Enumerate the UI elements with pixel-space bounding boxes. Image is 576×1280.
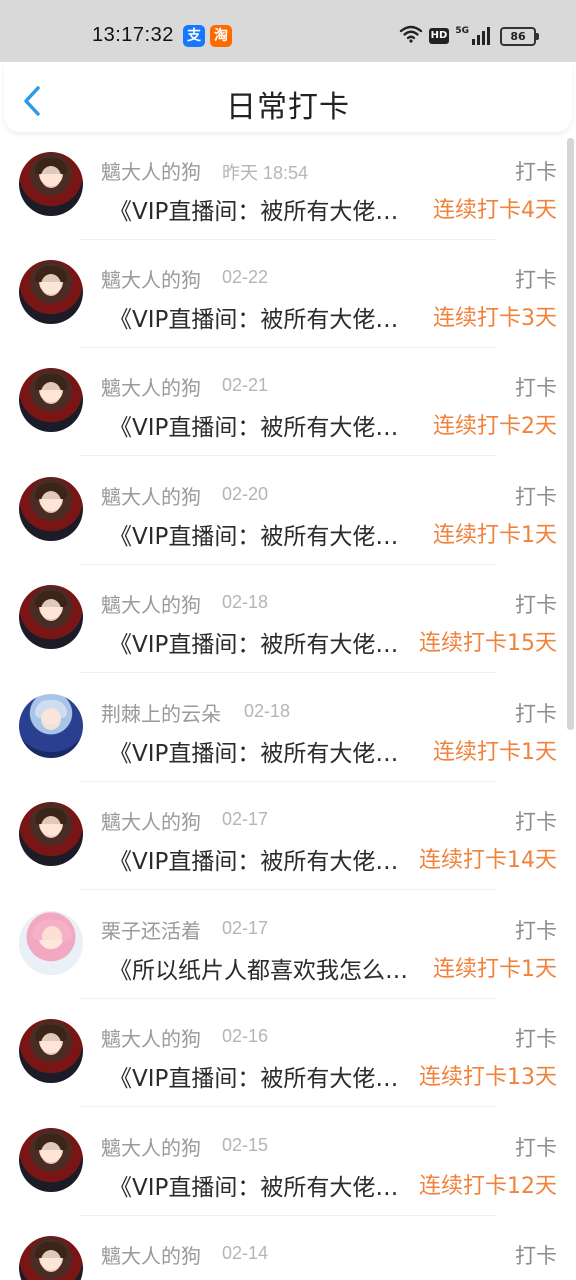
username[interactable]: 魑大人的狗 [101, 589, 201, 618]
list-item[interactable]: 魑大人的狗 02-18 打卡 《VIP直播间：被所有大佬… 连续打卡15天 [0, 565, 576, 673]
list-item[interactable]: 魑大人的狗 02-17 打卡 《VIP直播间：被所有大佬… 连续打卡14天 [0, 782, 576, 890]
divider [80, 455, 496, 456]
streak-label: 连续打卡3天 [433, 306, 557, 331]
type-label: 打卡 [515, 593, 557, 617]
status-time: 13:17:32 [92, 24, 174, 46]
avatar[interactable] [19, 152, 83, 216]
timestamp: 02-18 [222, 592, 269, 612]
list-item[interactable]: 魑大人的狗 昨天 18:54 打卡 《VIP直播间：被所有大佬… 连续打卡4天 [0, 132, 576, 240]
streak-label: 连续打卡15天 [419, 631, 557, 656]
list-item[interactable]: 魑大人的狗 02-20 打卡 《VIP直播间：被所有大佬… 连续打卡1天 [0, 457, 576, 565]
list-item[interactable]: 魑大人的狗 02-14 打卡 [0, 1216, 576, 1280]
hd-badge: HD [428, 28, 450, 44]
username[interactable]: 荆棘上的云朵 [101, 698, 221, 727]
avatar[interactable] [19, 911, 83, 975]
avatar[interactable] [19, 1019, 83, 1083]
type-label: 打卡 [515, 160, 557, 184]
timestamp: 02-15 [222, 1135, 269, 1155]
username[interactable]: 魑大人的狗 [101, 806, 201, 835]
network-type-label: 5G [455, 26, 469, 36]
avatar[interactable] [19, 694, 83, 758]
username[interactable]: 魑大人的狗 [101, 264, 201, 293]
status-indicators: HD 5G 86 [399, 22, 539, 50]
type-label: 打卡 [515, 268, 557, 292]
page-title: 日常打卡 [226, 90, 350, 125]
book-title[interactable]: 《VIP直播间：被所有大佬… [109, 842, 424, 876]
streak-label: 连续打卡2天 [433, 414, 557, 439]
book-title[interactable]: 《VIP直播间：被所有大佬… [109, 408, 424, 442]
book-title[interactable]: 《所以纸片人都喜欢我怎么… [109, 951, 424, 985]
divider [80, 889, 496, 890]
timestamp: 02-14 [222, 1243, 269, 1263]
avatar[interactable] [19, 802, 83, 866]
timestamp: 02-21 [222, 375, 269, 395]
type-label: 打卡 [515, 485, 557, 509]
taobao-icon: 淘 [210, 25, 232, 47]
timestamp: 02-20 [222, 484, 269, 504]
type-label: 打卡 [515, 810, 557, 834]
divider [80, 1106, 496, 1107]
alipay-icon: 支 [183, 25, 205, 47]
username[interactable]: 魑大人的狗 [101, 156, 201, 185]
list-item[interactable]: 魑大人的狗 02-22 打卡 《VIP直播间：被所有大佬… 连续打卡3天 [0, 240, 576, 348]
type-label: 打卡 [515, 1244, 557, 1268]
streak-label: 连续打卡13天 [419, 1065, 557, 1090]
type-label: 打卡 [515, 702, 557, 726]
type-label: 打卡 [515, 919, 557, 943]
streak-label: 连续打卡1天 [433, 957, 557, 982]
timestamp: 昨天 18:54 [222, 163, 309, 183]
book-title[interactable]: 《VIP直播间：被所有大佬… [109, 192, 424, 226]
streak-label: 连续打卡1天 [433, 740, 557, 765]
status-bar: 13:17:32 支 淘 HD 5G 86 [0, 0, 576, 62]
username[interactable]: 栗子还活着 [101, 915, 201, 944]
username[interactable]: 魑大人的狗 [101, 1023, 201, 1052]
timestamp: 02-22 [222, 267, 269, 287]
list-item[interactable]: 荆棘上的云朵 02-18 打卡 《VIP直播间：被所有大佬… 连续打卡1天 [0, 674, 576, 782]
wifi-icon [399, 25, 423, 47]
avatar[interactable] [19, 368, 83, 432]
list-item[interactable]: 栗子还活着 02-17 打卡 《所以纸片人都喜欢我怎么… 连续打卡1天 [0, 891, 576, 999]
type-label: 打卡 [515, 1027, 557, 1051]
divider [80, 672, 496, 673]
timestamp: 02-16 [222, 1026, 269, 1046]
streak-label: 连续打卡4天 [433, 198, 557, 223]
list-item[interactable]: 魑大人的狗 02-21 打卡 《VIP直播间：被所有大佬… 连续打卡2天 [0, 348, 576, 456]
book-title[interactable]: 《VIP直播间：被所有大佬… [109, 625, 424, 659]
type-label: 打卡 [515, 1136, 557, 1160]
avatar[interactable] [19, 1236, 83, 1280]
list-item[interactable]: 魑大人的狗 02-15 打卡 《VIP直播间：被所有大佬… 连续打卡12天 [0, 1108, 576, 1216]
header: 日常打卡 [4, 62, 572, 132]
username[interactable]: 魑大人的狗 [101, 1132, 201, 1161]
streak-label: 连续打卡14天 [419, 848, 557, 873]
book-title[interactable]: 《VIP直播间：被所有大佬… [109, 300, 424, 334]
checkin-list: 魑大人的狗 昨天 18:54 打卡 《VIP直播间：被所有大佬… 连续打卡4天 … [0, 132, 576, 1280]
battery-icon: 86 [500, 26, 539, 46]
streak-label: 连续打卡12天 [419, 1174, 557, 1199]
username[interactable]: 魑大人的狗 [101, 372, 201, 401]
book-title[interactable]: 《VIP直播间：被所有大佬… [109, 1168, 424, 1202]
scrollbar[interactable] [567, 138, 574, 730]
username[interactable]: 魑大人的狗 [101, 1240, 201, 1269]
book-title[interactable]: 《VIP直播间：被所有大佬… [109, 517, 424, 551]
list-item[interactable]: 魑大人的狗 02-16 打卡 《VIP直播间：被所有大佬… 连续打卡13天 [0, 999, 576, 1107]
timestamp: 02-17 [222, 918, 269, 938]
avatar[interactable] [19, 585, 83, 649]
username[interactable]: 魑大人的狗 [101, 481, 201, 510]
type-label: 打卡 [515, 376, 557, 400]
screen: 13:17:32 支 淘 HD 5G 86 日常打卡 魑大人的狗 昨天 18:5… [0, 0, 576, 1280]
streak-label: 连续打卡1天 [433, 523, 557, 548]
book-title[interactable]: 《VIP直播间：被所有大佬… [109, 1059, 424, 1093]
book-title[interactable]: 《VIP直播间：被所有大佬… [109, 734, 424, 768]
avatar[interactable] [19, 1128, 83, 1192]
avatar[interactable] [19, 260, 83, 324]
timestamp: 02-18 [244, 701, 291, 721]
timestamp: 02-17 [222, 809, 269, 829]
avatar[interactable] [19, 477, 83, 541]
signal-icon: 5G [455, 27, 490, 45]
